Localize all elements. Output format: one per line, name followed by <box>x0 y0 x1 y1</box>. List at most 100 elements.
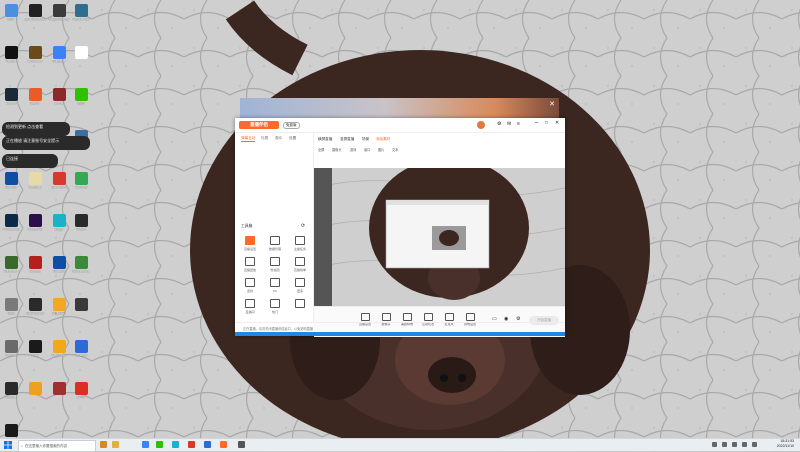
tool-item[interactable]: PK <box>264 278 286 293</box>
desktop-icon[interactable]: Orbit <box>0 298 22 316</box>
tool-item[interactable]: 连线 <box>239 278 261 293</box>
avatar[interactable] <box>477 121 485 129</box>
desktop-icon[interactable]: Oculus <box>0 382 22 400</box>
app-icon[interactable] <box>220 441 227 448</box>
source-item[interactable]: 文本 <box>392 147 398 152</box>
desktop-icon[interactable]: Minecraft <box>0 256 22 274</box>
tray-chevron-icon[interactable] <box>712 442 717 447</box>
desktop-icon[interactable]: FL Studio <box>48 340 70 358</box>
tool-icon <box>245 257 255 266</box>
app-titlebar: 直播伴侣 免费版 ⚙ ✉ ≡ – □ ✕ <box>235 118 565 133</box>
tab-landscape[interactable]: 横屏直播 <box>318 137 332 142</box>
settings-icon[interactable]: ⚙ <box>497 121 501 127</box>
add-source-button[interactable]: 添加素材 <box>376 137 390 142</box>
desktop-icon[interactable] <box>24 382 46 396</box>
tool-item[interactable]: 直播间 <box>239 299 261 314</box>
menu-icon[interactable]: ≡ <box>517 121 520 127</box>
source-item[interactable]: 摄像头 <box>332 147 342 152</box>
tools-title: 工具箱 <box>241 224 253 228</box>
desktop-icon[interactable]: Outlook <box>48 256 70 274</box>
maximize-icon[interactable]: □ <box>545 120 548 126</box>
app-icon[interactable] <box>156 441 163 448</box>
desktop-icon[interactable]: Aeolus Bot <box>70 4 92 22</box>
desktop-icon[interactable]: Edge <box>48 214 70 232</box>
app-icon[interactable] <box>172 441 179 448</box>
desktop-icon[interactable]: 剪映 <box>24 340 46 358</box>
notification-toast-1[interactable]: 检测到更新 点击查看 <box>2 122 70 136</box>
desktop-icon[interactable]: Acrobat <box>24 256 46 274</box>
desktop-icon[interactable] <box>48 382 70 396</box>
taskbar-search-input[interactable]: ⌕ 在这里输入你要搜索的内容 <box>18 440 96 452</box>
desktop-icon[interactable]: Tencent <box>70 340 92 358</box>
desktop-icon[interactable]: Adobe AE <box>24 214 46 232</box>
mail-icon[interactable]: ✉ <box>507 121 511 127</box>
close-icon[interactable]: ✕ <box>549 100 555 108</box>
desktop-icon-label: Chrome <box>74 186 88 189</box>
tool-item[interactable]: 直播回放 <box>239 257 261 272</box>
tool-label: 热门 <box>271 310 278 314</box>
desktop-icon[interactable]: OBS Studio <box>24 298 46 316</box>
tab-gifts[interactable]: 礼物 <box>261 136 268 141</box>
notification-toast-3[interactable]: 已连接 <box>2 154 58 168</box>
network-icon[interactable] <box>722 442 727 447</box>
desktop-icon[interactable]: Notion <box>0 46 22 64</box>
app-icon[interactable] <box>238 441 245 448</box>
source-item[interactable]: 图片 <box>378 147 384 152</box>
desktop-icon[interactable]: 直播伴侣 <box>48 298 70 316</box>
app-icon[interactable] <box>188 441 195 448</box>
tool-item[interactable]: 热门 <box>264 299 286 314</box>
tab-settings[interactable]: 设置 <box>289 136 296 141</box>
task-view-icon[interactable] <box>100 441 107 448</box>
source-item[interactable]: 窗口 <box>364 147 370 152</box>
language-icon[interactable] <box>752 442 757 447</box>
desktop-icon[interactable]: Bilibili <box>24 88 46 106</box>
tab-audience[interactable]: 观众 <box>275 136 282 141</box>
app-icon[interactable] <box>142 441 149 448</box>
tool-item[interactable]: 直播榜单 <box>289 257 311 272</box>
desktop-icon[interactable] <box>70 46 92 60</box>
tab-portrait[interactable]: 竖屏直播 <box>340 137 354 142</box>
close-icon[interactable]: ✕ <box>555 120 559 126</box>
notification-toast-2[interactable]: 正在播放 请注意账号安全提示 <box>2 136 90 150</box>
minimize-icon[interactable]: – <box>535 120 538 126</box>
app-icon[interactable] <box>204 441 211 448</box>
desktop-icon[interactable]: 微信 <box>70 88 92 106</box>
app-icon <box>74 46 88 59</box>
desktop-icon[interactable]: Snipaste <box>48 46 70 64</box>
tool-item[interactable]: 主播任务 <box>289 236 311 251</box>
desktop-icon[interactable]: Bluestacks <box>70 256 92 274</box>
desktop-icon[interactable]: Bandicam <box>48 172 70 190</box>
version-badge[interactable]: 免费版 <box>283 122 300 129</box>
desktop-icon[interactable]: Epic Games Launcher <box>24 4 46 22</box>
source-item[interactable]: 全屏 <box>318 147 324 152</box>
tab-comments[interactable]: 弹幕互动 <box>241 136 256 142</box>
desktop-icon[interactable]: 图片 <box>0 4 22 22</box>
battery-icon[interactable] <box>742 442 747 447</box>
tool-item[interactable]: 数据管理 <box>264 236 286 251</box>
desktop-icon[interactable]: Lords <box>48 88 70 106</box>
refresh-icon[interactable]: ⟳ <box>301 223 305 229</box>
desktop-icon[interactable] <box>70 298 92 312</box>
desktop-icon[interactable]: Genshin <box>24 172 46 190</box>
desktop-icon[interactable]: Cloud <box>70 214 92 232</box>
tab-scene[interactable]: 场景 <box>362 137 369 142</box>
tool-item[interactable] <box>289 299 311 310</box>
tool-item[interactable]: 直播设置 <box>239 236 261 251</box>
volume-icon[interactable] <box>732 442 737 447</box>
live-preview[interactable] <box>314 168 565 306</box>
desktop-icon[interactable]: Photoshop <box>0 214 22 232</box>
desktop-icon[interactable]: Unknown <box>24 46 46 64</box>
desktop-icon[interactable]: Magic Survey <box>48 4 70 22</box>
source-item[interactable]: 游戏 <box>350 147 356 152</box>
file-explorer-icon[interactable] <box>112 441 119 448</box>
desktop-icon[interactable]: Steam <box>0 88 22 106</box>
windows-start-icon[interactable] <box>4 441 12 449</box>
desktop-icon[interactable]: Outlook <box>0 172 22 190</box>
app-icon <box>28 88 42 101</box>
tool-item[interactable]: 更多 <box>289 278 311 293</box>
desktop-icon[interactable]: Chrome <box>70 172 92 190</box>
desktop-icon[interactable]: WPS <box>70 382 92 400</box>
system-clock[interactable]: 18:31:53 2022/11/10 <box>777 439 794 449</box>
tool-item[interactable]: 粉丝团 <box>264 257 286 272</box>
desktop-icon[interactable]: Photos <box>0 340 22 358</box>
